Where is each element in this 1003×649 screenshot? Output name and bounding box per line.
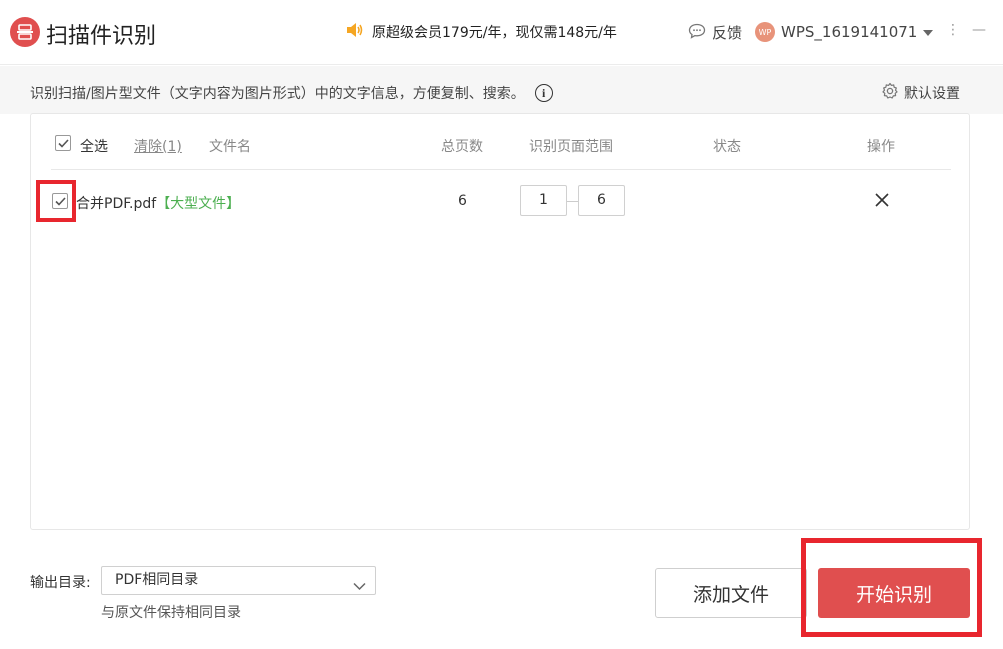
clear-link[interactable]: 清除(1): [134, 136, 182, 156]
output-dir-hint: 与原文件保持相同目录: [101, 605, 241, 621]
gear-icon: [881, 82, 899, 104]
column-total-pages: 总页数: [441, 139, 483, 155]
avatar: WP: [755, 22, 775, 42]
vip-promo[interactable]: 原超级会员179元/年，现仅需148元/年: [346, 22, 617, 42]
row-checkbox[interactable]: [52, 193, 68, 209]
restore-icon[interactable]: ⋮: [946, 22, 960, 38]
title-bar: 扫描件识别 原超级会员179元/年，现仅需148元/年 反馈 WP WPS_16…: [0, 0, 1003, 65]
file-name: 合并PDF.pdf: [76, 196, 157, 212]
output-dir-value: PDF相同目录: [115, 572, 199, 588]
settings-label: 默认设置: [904, 86, 960, 102]
header-divider: [51, 169, 951, 170]
app-title: 扫描件识别: [46, 24, 157, 49]
user-menu[interactable]: WP WPS_1619141071: [755, 22, 934, 42]
chat-bubble-icon: [688, 23, 706, 43]
caret-down-icon: [923, 23, 934, 41]
select-all-checkbox[interactable]: [55, 135, 71, 151]
output-dir-select[interactable]: PDF相同目录: [101, 566, 376, 595]
column-filename: 文件名: [209, 139, 251, 155]
column-page-range: 识别页面范围: [529, 139, 613, 155]
range-end-input[interactable]: 6: [578, 185, 625, 216]
scanner-logo-icon: [10, 17, 40, 47]
feedback-label: 反馈: [712, 24, 743, 42]
promo-text: 原超级会员179元/年，现仅需148元/年: [372, 25, 617, 41]
column-status: 状态: [713, 139, 741, 155]
select-all-label[interactable]: 全选: [80, 136, 108, 156]
file-list-panel: 全选 清除(1) 文件名 总页数 识别页面范围 状态 操作 合并PDF.pdf【…: [30, 113, 970, 530]
minimize-button[interactable]: —: [972, 22, 986, 38]
info-icon[interactable]: i: [534, 84, 553, 102]
output-dir-label: 输出目录:: [30, 575, 91, 591]
speaker-icon: [346, 22, 364, 42]
file-name-cell: 合并PDF.pdf【大型文件】: [76, 193, 240, 213]
feedback-button[interactable]: 反馈: [688, 22, 742, 43]
column-action: 操作: [867, 139, 895, 155]
table-header: 全选 清除(1) 文件名 总页数 识别页面范围 状态 操作: [31, 114, 969, 170]
start-recognition-button[interactable]: 开始识别: [818, 568, 970, 618]
large-file-tag: 【大型文件】: [156, 196, 241, 212]
close-icon[interactable]: [874, 192, 890, 212]
username: WPS_1619141071: [781, 23, 918, 41]
default-settings-button[interactable]: 默认设置: [881, 82, 960, 104]
description-text: 识别扫描/图片型文件（文字内容为图片形式）中的文字信息，方便复制、搜索。: [30, 86, 525, 102]
range-start-input[interactable]: 1: [520, 185, 567, 216]
table-row: 合并PDF.pdf【大型文件】 6 1 6: [31, 174, 969, 228]
total-pages-value: 6: [458, 193, 467, 209]
add-file-button[interactable]: 添加文件: [655, 568, 807, 618]
description: 识别扫描/图片型文件（文字内容为图片形式）中的文字信息，方便复制、搜索。 i: [30, 83, 553, 103]
chevron-down-icon: [353, 574, 366, 601]
range-separator: [567, 201, 578, 202]
